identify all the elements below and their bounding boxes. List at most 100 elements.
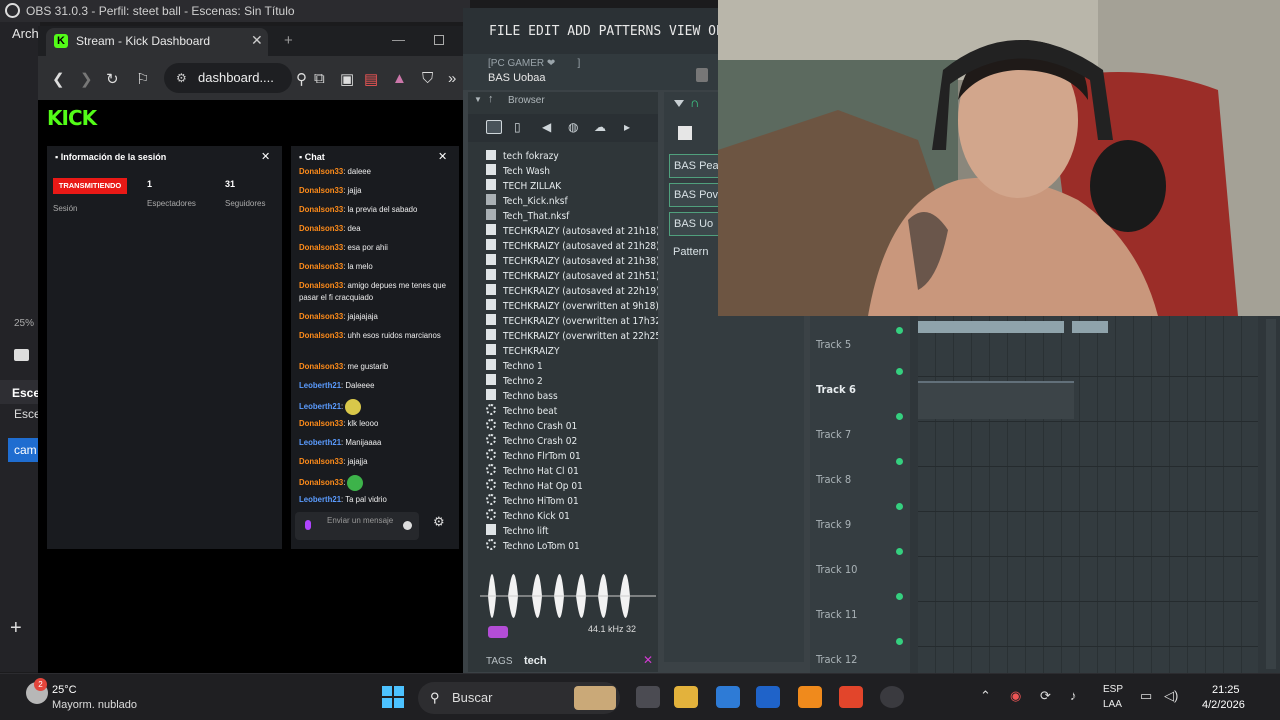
browser-speaker-icon[interactable]: ◀ <box>542 120 558 134</box>
close-session-panel-icon[interactable]: ✕ <box>261 150 270 163</box>
track-name[interactable]: Track 9 <box>816 518 851 531</box>
extension-red-icon[interactable]: ▤ <box>364 70 378 88</box>
chat-username[interactable]: Donalson33 <box>299 281 343 290</box>
screenshot-camera-icon[interactable] <box>14 349 29 361</box>
chat-username[interactable]: Donalson33 <box>299 478 343 487</box>
chat-username[interactable]: Donalson33 <box>299 224 343 233</box>
chat-settings-gear-icon[interactable]: ⚙ <box>433 514 445 530</box>
track-mute-led-icon[interactable] <box>896 413 903 420</box>
chat-username[interactable]: Donalson33 <box>299 186 343 195</box>
microphone-tray-icon[interactable]: ♪ <box>1070 688 1077 703</box>
obs-menu-file[interactable]: Arch <box>12 26 39 41</box>
browser-plugin-icon[interactable]: ◍ <box>568 120 584 134</box>
track-name[interactable]: Track 5 <box>816 338 851 351</box>
chat-username[interactable]: Donalson33 <box>299 362 343 371</box>
chat-username[interactable]: Donalson33 <box>299 205 343 214</box>
chat-username[interactable]: Donalson33 <box>299 262 343 271</box>
new-tab-icon[interactable]: + <box>284 32 293 49</box>
browser-file-item[interactable]: TECHKRAIZY (autosaved at 22h19) <box>486 284 658 299</box>
browser-file-item[interactable]: tech fokrazy <box>486 150 559 164</box>
more-chevron-icon[interactable]: » <box>448 70 456 87</box>
track-mute-led-icon[interactable] <box>896 458 903 465</box>
browser-file-item[interactable]: TECHKRAIZY <box>486 344 559 359</box>
input-language[interactable]: ESP <box>1103 684 1123 695</box>
fl-menu-bar[interactable]: FILE EDIT ADD PATTERNS VIEW OPTIONS TOOL <box>463 8 718 54</box>
extensions-icon[interactable]: ⧉ <box>314 70 325 87</box>
start-button[interactable] <box>382 686 404 708</box>
back-icon[interactable]: ❮ <box>52 70 65 88</box>
bookmark-icon[interactable]: ⚐ <box>136 70 149 88</box>
obs-scene-item-selected[interactable]: cam <box>8 438 40 462</box>
rack-dropdown-icon[interactable] <box>674 100 684 108</box>
browser-file-item[interactable]: Techno 1 <box>486 359 543 374</box>
audio-clip[interactable] <box>918 321 1064 333</box>
reload-icon[interactable]: ↻ <box>106 70 119 88</box>
sidebar-icon[interactable]: ▣ <box>340 70 354 88</box>
chat-username[interactable]: Leoberth21 <box>299 381 341 390</box>
browser-file-item[interactable]: Techno Crash 01 <box>486 419 577 434</box>
browser-files-icon[interactable]: ▯ <box>514 120 530 134</box>
kick-logo[interactable]: KICK <box>47 106 97 130</box>
magnet-icon[interactable]: ∩ <box>690 95 699 110</box>
browser-file-item[interactable]: Techno lift <box>486 524 549 539</box>
address-bar[interactable]: ⚙ dashboard.... <box>164 63 292 93</box>
outlook-icon[interactable] <box>756 686 780 708</box>
track-name[interactable]: Track 7 <box>816 428 851 441</box>
playlist-scrollbar[interactable] <box>1266 319 1276 669</box>
task-view-icon[interactable] <box>636 686 660 708</box>
browser-file-item[interactable]: TECHKRAIZY (autosaved at 21h51) <box>486 269 658 284</box>
tray-app-icon[interactable]: ◉ <box>1010 688 1021 704</box>
close-tab-icon[interactable]: ✕ <box>251 32 263 49</box>
weather-description[interactable]: Mayorm. nublado <box>52 699 137 711</box>
browser-file-item[interactable]: Tech_Kick.nksf <box>486 194 568 209</box>
browser-cloud-icon[interactable]: ☁ <box>594 120 610 134</box>
browser-file-item[interactable]: Techno FlrTom 01 <box>486 449 581 464</box>
chat-username[interactable]: Donalson33 <box>299 331 343 340</box>
clear-tags-icon[interactable]: ✕ <box>643 653 653 667</box>
browser-file-item[interactable]: Techno bass <box>486 389 558 404</box>
browser-file-item[interactable]: TECHKRAIZY (autosaved at 21h38) <box>486 254 658 269</box>
brave-browser-icon[interactable] <box>839 686 863 708</box>
pattern-clip[interactable] <box>918 381 1074 419</box>
track-name[interactable]: Track 8 <box>816 473 851 486</box>
track-name[interactable]: Track 11 <box>816 608 857 621</box>
track-name[interactable]: Track 6 <box>816 383 856 396</box>
close-chat-panel-icon[interactable]: ✕ <box>438 150 447 163</box>
browser-all-icon[interactable] <box>486 120 502 134</box>
minimize-icon[interactable]: — <box>392 32 405 47</box>
browser-more-icon[interactable]: ▸ <box>624 120 640 134</box>
clock-time[interactable]: 21:25 <box>1212 684 1240 696</box>
browser-file-item[interactable]: TECHKRAIZY (autosaved at 21h18) <box>486 224 658 239</box>
browser-file-item[interactable]: TECHKRAIZY (overwritten at 22h25) <box>486 329 658 344</box>
chat-username[interactable]: Donalson33 <box>299 167 343 176</box>
track-name[interactable]: Track 12 <box>816 653 857 666</box>
browser-file-item[interactable]: TECHKRAIZY (overwritten at 17h32) <box>486 314 658 329</box>
browser-file-item[interactable]: Tech Wash <box>486 164 550 179</box>
clock-date[interactable]: 4/2/2026 <box>1202 699 1245 711</box>
chat-username[interactable]: Leoberth21 <box>299 495 341 504</box>
chat-username[interactable]: Leoberth21 <box>299 438 341 447</box>
chat-username[interactable]: Donalson33 <box>299 312 343 321</box>
browser-file-item[interactable]: Techno LoTom 01 <box>486 539 580 550</box>
show-hidden-icons-chevron-icon[interactable]: ⌃ <box>980 688 991 704</box>
network-icon[interactable]: ▭ <box>1140 688 1152 704</box>
add-scene-icon[interactable]: + <box>10 617 22 640</box>
browser-file-item[interactable]: TECHKRAIZY (overwritten at 9h18) <box>486 299 658 314</box>
obs-scene-item[interactable]: Esce <box>0 407 41 421</box>
up-arrow-icon[interactable]: ↑ <box>488 93 494 105</box>
track-mute-led-icon[interactable] <box>896 368 903 375</box>
chat-username[interactable]: Donalson33 <box>299 419 343 428</box>
chat-username[interactable]: Donalson33 <box>299 243 343 252</box>
collapse-arrow-icon[interactable]: ▼ <box>474 95 482 104</box>
chat-username[interactable]: Donalson33 <box>299 457 343 466</box>
lock-icon[interactable] <box>696 68 708 82</box>
tags-value[interactable]: tech <box>524 655 547 667</box>
track-mute-led-icon[interactable] <box>896 593 903 600</box>
browser-file-item[interactable]: Techno HiTom 01 <box>486 494 579 509</box>
track-mute-led-icon[interactable] <box>896 638 903 645</box>
audio-clip[interactable] <box>1072 321 1108 333</box>
volume-icon[interactable]: ◁) <box>1164 688 1178 704</box>
browser-file-item[interactable]: Techno 2 <box>486 374 543 389</box>
browser-file-item[interactable]: Techno Kick 01 <box>486 509 570 524</box>
preview-play-icon[interactable] <box>488 626 508 638</box>
